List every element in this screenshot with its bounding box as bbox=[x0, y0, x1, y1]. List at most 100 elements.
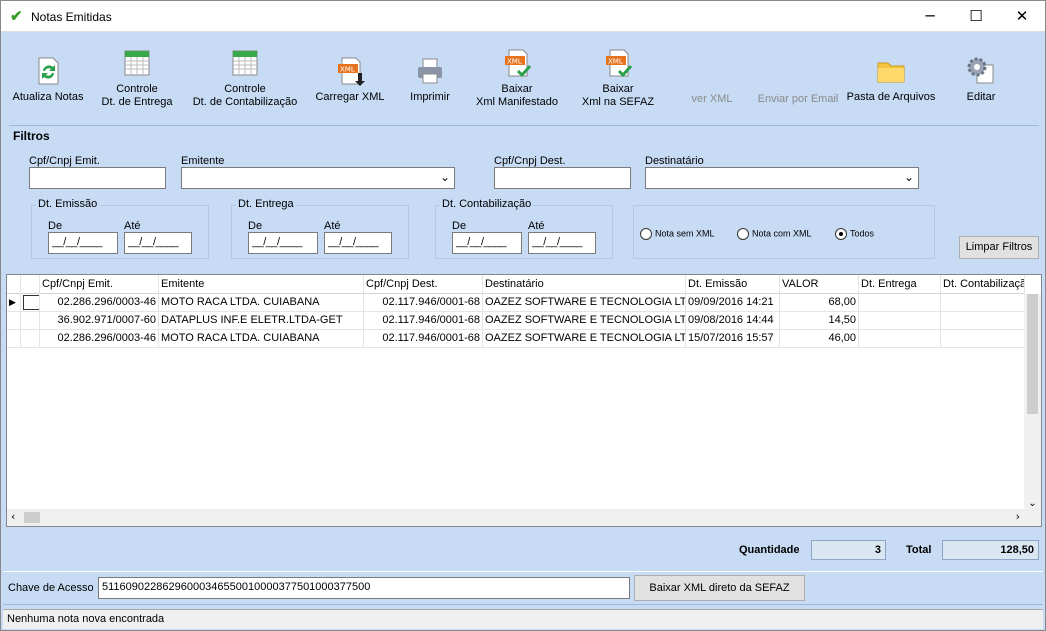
calendar-icon bbox=[232, 50, 258, 76]
row-checkbox[interactable] bbox=[21, 294, 40, 312]
ver-xml-button[interactable]: ver XML bbox=[685, 93, 739, 106]
cell-dt-entrega bbox=[859, 330, 941, 348]
maximize-button[interactable]: ☐ bbox=[953, 1, 999, 32]
quantidade-value: 3 bbox=[811, 540, 886, 560]
cpf-emit-input[interactable] bbox=[29, 167, 166, 189]
row-checkbox[interactable] bbox=[21, 330, 40, 348]
carregar-xml-label: Carregar XML bbox=[315, 91, 385, 103]
atualiza-notas-button[interactable]: Atualiza Notas bbox=[9, 55, 87, 104]
col-header[interactable]: Emitente bbox=[159, 275, 364, 294]
atualiza-label: Atualiza Notas bbox=[12, 91, 84, 103]
cell-cpf-dest: 02.117.946/0001-68 bbox=[364, 330, 483, 348]
row-checkbox[interactable] bbox=[21, 312, 40, 330]
cell-cpf-dest: 02.117.946/0001-68 bbox=[364, 312, 483, 330]
dt-entrega-de-label: De bbox=[248, 220, 263, 232]
cell-cpf-dest: 02.117.946/0001-68 bbox=[364, 294, 483, 312]
horizontal-scrollbar[interactable]: ‹ › bbox=[7, 509, 1041, 526]
radio-circle bbox=[640, 228, 652, 240]
dt-contab-title: Dt. Contabilização bbox=[440, 198, 534, 210]
cpf-dest-label: Cpf/Cnpj Dest. bbox=[494, 155, 566, 167]
radio-circle-selected bbox=[835, 228, 847, 240]
current-row-arrow-icon: ▶ bbox=[7, 294, 21, 312]
table-row[interactable]: 02.286.296/0003-46 MOTO RACA LTDA. CUIAB… bbox=[7, 330, 1025, 348]
cell-valor: 46,00 bbox=[780, 330, 859, 348]
cell-valor: 68,00 bbox=[780, 294, 859, 312]
toolbar: Atualiza Notas Controle Dt. de Entrega C… bbox=[1, 33, 1045, 125]
dt-emissao-ate-input[interactable]: __/__/____ bbox=[124, 232, 192, 254]
controle-contab-line1: Controle bbox=[224, 83, 266, 95]
scroll-down-arrow-icon[interactable]: ⌄ bbox=[1024, 498, 1041, 509]
baixar-xml-manifestado-button[interactable]: XML Baixar Xml Manifestado bbox=[473, 47, 561, 109]
window-title: Notas Emitidas bbox=[31, 10, 112, 24]
checkbox-box bbox=[23, 295, 39, 310]
imprimir-label: Imprimir bbox=[410, 91, 450, 103]
radio-nota-com-xml[interactable]: Nota com XML bbox=[737, 228, 812, 240]
dt-emissao-de-input[interactable]: __/__/____ bbox=[48, 232, 118, 254]
svg-text:XML: XML bbox=[507, 58, 522, 66]
close-button[interactable]: ✕ bbox=[999, 1, 1045, 32]
col-header[interactable]: Destinatário bbox=[483, 275, 686, 294]
controle-contabilizacao-button[interactable]: Controle Dt. de Contabilização bbox=[189, 47, 301, 109]
folder-icon bbox=[877, 62, 905, 83]
cell-emitente: DATAPLUS INF.E ELETR.LTDA-GET bbox=[159, 312, 364, 330]
horizontal-scroll-thumb[interactable] bbox=[24, 512, 40, 523]
pasta-arquivos-button[interactable]: Pasta de Arquivos bbox=[843, 55, 939, 104]
baixar-xml-sefaz-button[interactable]: XML Baixar Xml na SEFAZ bbox=[579, 47, 657, 109]
chave-acesso-input[interactable]: 5116090228629600034655001000037750100037… bbox=[98, 577, 630, 599]
table-row[interactable]: 36.902.971/0007-60 DATAPLUS INF.E ELETR.… bbox=[7, 312, 1025, 330]
cell-cpf-emit: 02.286.296/0003-46 bbox=[40, 294, 159, 312]
col-header[interactable]: Dt. Entrega bbox=[859, 275, 941, 294]
dt-entrega-ate-input[interactable]: __/__/____ bbox=[324, 232, 392, 254]
cell-cpf-emit: 02.286.296/0003-46 bbox=[40, 330, 159, 348]
minimize-button[interactable]: ─ bbox=[907, 1, 953, 32]
vertical-scroll-thumb[interactable] bbox=[1027, 294, 1038, 414]
scroll-right-arrow-icon[interactable]: › bbox=[1016, 510, 1020, 523]
col-header[interactable]: VALOR bbox=[780, 275, 859, 294]
scroll-left-arrow-icon[interactable]: ‹ bbox=[11, 510, 15, 523]
destinatario-label: Destinatário bbox=[645, 155, 704, 167]
vertical-scrollbar[interactable]: ⌄ bbox=[1024, 294, 1041, 511]
radio-nota-sem-xml[interactable]: Nota sem XML bbox=[640, 228, 715, 240]
dt-entrega-ate-label: Até bbox=[324, 220, 341, 232]
cell-cpf-emit: 36.902.971/0007-60 bbox=[40, 312, 159, 330]
quantidade-label: Quantidade bbox=[739, 544, 800, 556]
controle-entrega-line2: Dt. de Entrega bbox=[101, 96, 173, 108]
cell-dt-entrega bbox=[859, 294, 941, 312]
ver-xml-label: ver XML bbox=[691, 93, 733, 105]
dt-contab-de-input[interactable]: __/__/____ bbox=[452, 232, 522, 254]
carregar-xml-button[interactable]: XML Carregar XML bbox=[313, 55, 387, 104]
filters-separator bbox=[9, 125, 1039, 126]
col-header[interactable]: Cpf/Cnpj Emit. bbox=[40, 275, 159, 294]
svg-text:XML: XML bbox=[608, 58, 623, 66]
row-indicator-header bbox=[7, 275, 21, 294]
dt-entrega-de-input[interactable]: __/__/____ bbox=[248, 232, 318, 254]
baixar-xml-sefaz-direto-button[interactable]: Baixar XML direto da SEFAZ bbox=[634, 575, 805, 601]
col-header[interactable]: Dt. Emissão bbox=[686, 275, 780, 294]
col-header[interactable]: Dt. Contabilizaçã bbox=[941, 275, 1025, 294]
grid-header: Cpf/Cnpj Emit. Emitente Cpf/Cnpj Dest. D… bbox=[7, 275, 1025, 294]
title-bar: ✔ Notas Emitidas ─ ☐ ✕ bbox=[1, 1, 1045, 32]
cell-emitente: MOTO RACA LTDA. CUIABANA bbox=[159, 330, 364, 348]
dt-contab-ate-input[interactable]: __/__/____ bbox=[528, 232, 596, 254]
checkbox-header bbox=[21, 275, 40, 294]
xml-check-icon: XML bbox=[505, 49, 532, 78]
editar-button[interactable]: Editar bbox=[957, 55, 1005, 104]
radio-com-label: Nota com XML bbox=[752, 228, 812, 239]
total-label: Total bbox=[906, 544, 932, 556]
radio-todos[interactable]: Todos bbox=[835, 228, 874, 240]
destinatario-combo[interactable]: ⌄ bbox=[645, 167, 919, 189]
chevron-down-icon: ⌄ bbox=[439, 170, 450, 184]
table-row[interactable]: ▶ 02.286.296/0003-46 MOTO RACA LTDA. CUI… bbox=[7, 294, 1025, 312]
limpar-filtros-button[interactable]: Limpar Filtros bbox=[959, 236, 1039, 259]
cell-emitente: MOTO RACA LTDA. CUIABANA bbox=[159, 294, 364, 312]
controle-entrega-button[interactable]: Controle Dt. de Entrega bbox=[95, 47, 179, 109]
cell-dt-contab bbox=[941, 330, 1025, 348]
cell-dt-contab bbox=[941, 312, 1025, 330]
enviar-email-button[interactable]: Enviar por Email bbox=[753, 93, 843, 106]
settings-gear-icon bbox=[967, 57, 994, 84]
emitente-combo[interactable]: ⌄ bbox=[181, 167, 455, 189]
imprimir-button[interactable]: Imprimir bbox=[405, 55, 455, 104]
refresh-document-icon bbox=[38, 57, 59, 85]
col-header[interactable]: Cpf/Cnpj Dest. bbox=[364, 275, 483, 294]
cpf-dest-input[interactable] bbox=[494, 167, 631, 189]
